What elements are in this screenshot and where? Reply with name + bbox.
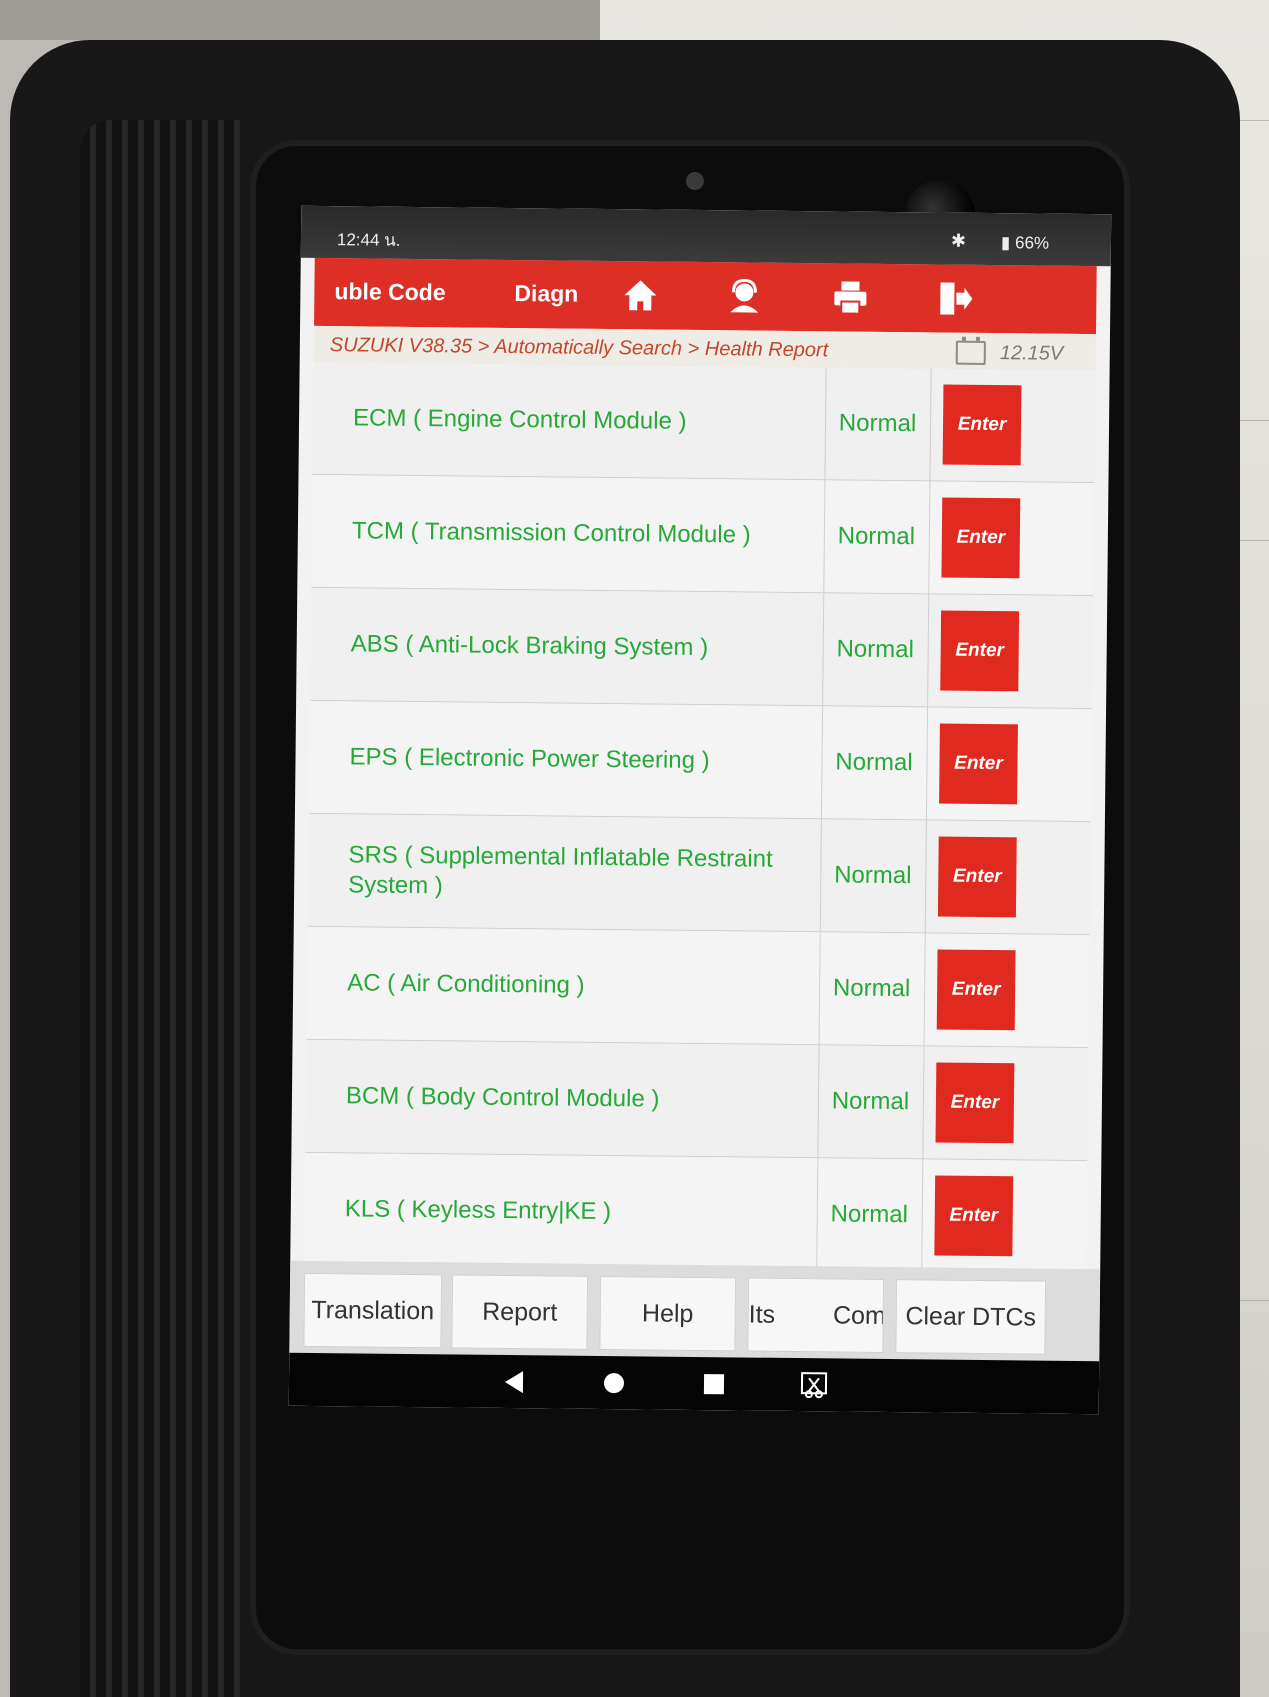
recents-icon[interactable]: [699, 1369, 729, 1399]
module-status: Normal: [834, 861, 912, 890]
module-name: ABS ( Anti-Lock Braking System ): [350, 630, 709, 662]
module-name: SRS ( Supplemental Inflatable Restraint …: [348, 841, 773, 900]
print-icon[interactable]: [830, 277, 870, 317]
list-item: ECM ( Engine Control Module ) Normal Ent…: [312, 361, 1096, 484]
battery-indicator: ▮ 66%: [1001, 233, 1049, 254]
results-compare-label-1: Its: [748, 1300, 776, 1329]
module-name: ECM ( Engine Control Module ): [352, 404, 687, 435]
list-item: BCM ( Body Control Module ) Normal Enter: [305, 1039, 1089, 1162]
enter-button[interactable]: Enter: [940, 610, 1020, 692]
tab-trouble-code[interactable]: uble Code: [334, 278, 445, 306]
module-name: KLS ( Keyless Entry|KE ): [344, 1195, 612, 1226]
top-toolbar: uble Code Diagn: [314, 257, 1097, 335]
home-nav-icon[interactable]: [599, 1368, 629, 1398]
android-nav-bar: [288, 1352, 1100, 1415]
module-list: ECM ( Engine Control Module ) Normal Ent…: [304, 361, 1096, 1275]
module-name: EPS ( Electronic Power Steering ): [349, 743, 710, 775]
background-surface: [0, 0, 620, 40]
back-icon[interactable]: [499, 1367, 529, 1397]
bluetooth-icon: ✱: [950, 230, 967, 251]
results-compare-label-2: Com: [832, 1300, 885, 1330]
bottom-action-bar: Translation Report Help Its Com Clear DT…: [289, 1260, 1101, 1362]
enter-button[interactable]: Enter: [936, 949, 1016, 1031]
list-item: SRS ( Supplemental Inflatable Restraint …: [307, 813, 1091, 936]
list-item: ABS ( Anti-Lock Braking System ) Normal …: [310, 587, 1094, 710]
module-status: Normal: [836, 635, 915, 664]
tablet-screen: 12:44 น. ✱ ▮ 66% uble Code Diagn SUZUKI …: [288, 205, 1112, 1415]
module-status: Normal: [838, 409, 917, 438]
list-item: TCM ( Transmission Control Module ) Norm…: [311, 474, 1095, 597]
translation-button[interactable]: Translation: [303, 1272, 443, 1349]
list-item: AC ( Air Conditioning ) Normal Enter: [306, 926, 1090, 1049]
list-item: KLS ( Keyless Entry|KE ) Normal Enter: [304, 1152, 1088, 1275]
module-name: TCM ( Transmission Control Module ): [351, 517, 751, 549]
help-button[interactable]: Help: [599, 1275, 737, 1352]
rubber-bumper: [80, 120, 240, 1697]
enter-button[interactable]: Enter: [935, 1062, 1015, 1144]
battery-voltage-icon: [955, 340, 986, 365]
sensor-dot: [686, 172, 704, 190]
enter-button[interactable]: Enter: [934, 1175, 1014, 1257]
module-status: Normal: [832, 974, 911, 1003]
home-icon[interactable]: [620, 275, 660, 315]
battery-level: 66%: [1014, 233, 1050, 253]
results-compare-button[interactable]: Its Com: [747, 1277, 885, 1353]
exit-icon[interactable]: [934, 278, 974, 318]
module-status: Normal: [837, 522, 916, 551]
report-button[interactable]: Report: [451, 1274, 589, 1350]
status-bar: 12:44 น. ✱ ▮ 66%: [300, 205, 1112, 267]
battery-voltage: 12.15V: [999, 342, 1064, 365]
screenshot-icon[interactable]: [799, 1370, 829, 1400]
module-name: AC ( Air Conditioning ): [347, 969, 585, 999]
breadcrumb: SUZUKI V38.35 > Automatically Search > H…: [329, 334, 829, 362]
module-name: BCM ( Body Control Module ): [345, 1082, 660, 1113]
module-status: Normal: [831, 1087, 910, 1116]
list-item: EPS ( Electronic Power Steering ) Normal…: [308, 700, 1093, 823]
module-status: Normal: [835, 748, 913, 777]
tab-diagnose[interactable]: Diagn: [514, 280, 578, 308]
enter-button[interactable]: Enter: [941, 497, 1021, 579]
clear-dtcs-button[interactable]: Clear DTCs: [895, 1279, 1047, 1355]
enter-button[interactable]: Enter: [937, 836, 1017, 918]
enter-button[interactable]: Enter: [939, 723, 1018, 805]
support-icon[interactable]: [724, 276, 764, 316]
status-time: 12:44 น.: [336, 230, 401, 250]
battery-icon: ▮: [1000, 233, 1011, 253]
enter-button[interactable]: Enter: [942, 384, 1022, 466]
module-status: Normal: [830, 1200, 909, 1229]
